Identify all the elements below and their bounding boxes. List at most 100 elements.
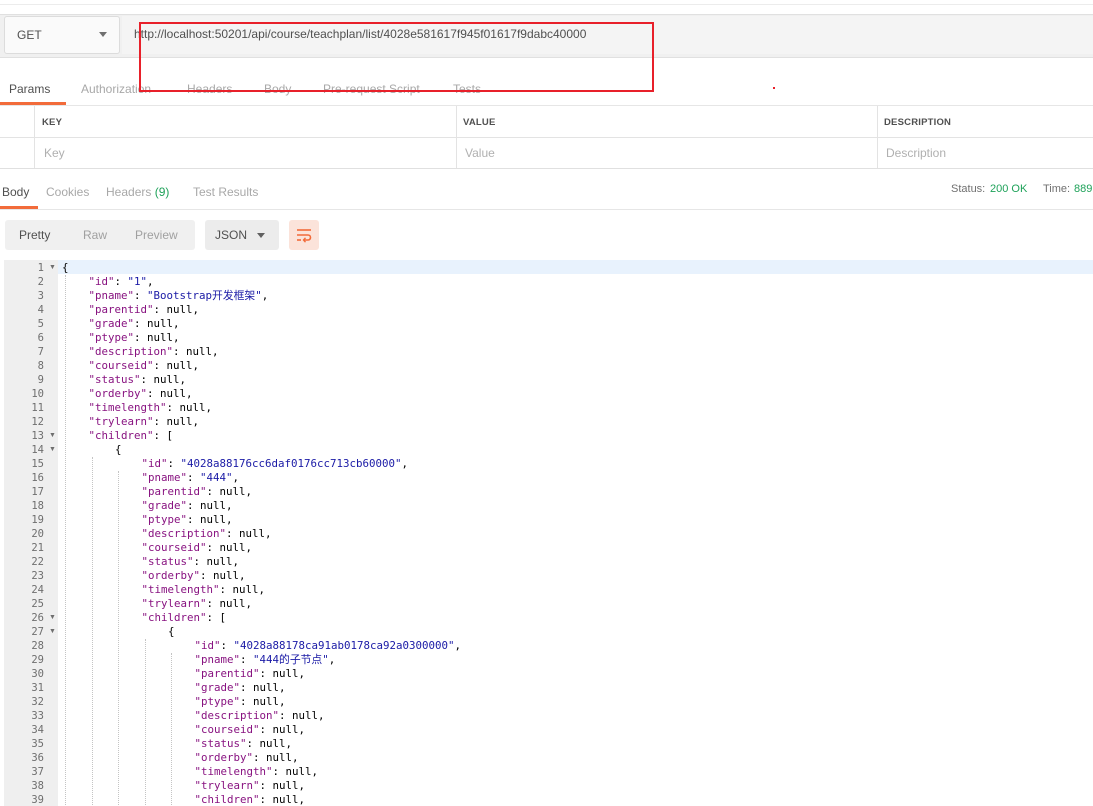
- json-colon: :: [187, 471, 201, 484]
- json-key: "orderby": [141, 569, 201, 582]
- code-line: "grade": null,: [89, 317, 180, 331]
- status-label: Status:: [951, 183, 986, 195]
- line-number: 19: [31, 514, 44, 526]
- column-header-key: KEY: [42, 117, 63, 128]
- code-line: "children": [: [89, 429, 174, 443]
- code-line: "ptype": null,: [142, 513, 233, 527]
- tab-response-body[interactable]: Body: [2, 185, 29, 199]
- fold-arrow-icon: ▼: [49, 614, 56, 621]
- code-line: "courseid": null,: [195, 723, 306, 737]
- line-number: 32: [31, 696, 44, 708]
- json-colon: :: [173, 345, 187, 358]
- json-token: {: [168, 625, 175, 638]
- wrap-lines-button[interactable]: [289, 220, 319, 250]
- json-colon: :: [153, 415, 167, 428]
- json-token: {: [115, 443, 122, 456]
- json-key: "timelength": [141, 583, 220, 596]
- json-token: [: [219, 611, 227, 624]
- line-number: 23: [31, 570, 44, 582]
- code-line: "id": "4028a88178ca91ab0178ca92a0300000"…: [195, 639, 462, 653]
- response-body-editor[interactable]: 1 ▼ {2 "id": "1", 3 "pname": "Bootstrap开发框架",…: [4, 260, 1093, 806]
- json-key: "description": [88, 345, 174, 358]
- code-line: "courseid": null,: [142, 541, 253, 555]
- tab-test-results[interactable]: Test Results: [193, 185, 258, 199]
- key-input[interactable]: Key: [44, 146, 65, 160]
- code-line: "grade": null,: [142, 499, 233, 513]
- json-key: "courseid": [194, 723, 260, 736]
- json-token: ,: [147, 275, 154, 288]
- json-token: null,: [259, 737, 293, 750]
- tab-response-headers[interactable]: Headers (9): [106, 185, 169, 199]
- code-line: "pname": "Bootstrap开发框架",: [89, 289, 269, 303]
- column-header-value: VALUE: [463, 117, 496, 128]
- code-line: "timelength": null,: [195, 765, 319, 779]
- json-token: {: [62, 261, 69, 274]
- description-input[interactable]: Description: [886, 146, 946, 160]
- json-colon: :: [134, 331, 148, 344]
- json-token: null,: [285, 765, 319, 778]
- line-number: 13: [31, 430, 44, 442]
- line-number: 9: [37, 374, 44, 386]
- json-token: null,: [213, 569, 246, 582]
- line-number: 17: [31, 486, 44, 498]
- json-key: "description": [141, 527, 227, 540]
- json-token: null,: [239, 527, 272, 540]
- json-token: null,: [272, 793, 306, 806]
- pretty-button[interactable]: Pretty: [19, 228, 50, 242]
- line-number: 7: [37, 346, 44, 358]
- code-line: "pname": "444的子节点",: [195, 653, 336, 667]
- json-colon: :: [259, 723, 273, 736]
- line-number: 22: [31, 556, 44, 568]
- json-colon: :: [153, 429, 167, 442]
- chevron-down-icon: [257, 233, 265, 238]
- json-string: "4028a88176cc6daf0176cc713cb60000": [180, 457, 402, 470]
- json-key: "timelength": [88, 401, 167, 414]
- headers-count-badge: (9): [154, 185, 170, 199]
- code-line: {: [115, 443, 122, 457]
- json-key: "status": [88, 373, 141, 386]
- active-tab-indicator: [0, 206, 38, 209]
- status-value: 200 OK: [990, 183, 1028, 195]
- code-line: "trylearn": null,: [195, 779, 306, 793]
- code-line: "orderby": null,: [195, 751, 299, 765]
- code-area: 1 ▼ {2 "id": "1", 3 "pname": "Bootstrap开发框架",…: [4, 260, 1093, 806]
- wrap-lines-icon: [297, 229, 312, 243]
- line-number: 15: [31, 458, 44, 470]
- chevron-down-icon: [99, 32, 107, 37]
- code-line: "grade": null,: [195, 681, 286, 695]
- line-number: 26: [31, 612, 44, 624]
- tab-response-cookies[interactable]: Cookies: [46, 185, 89, 199]
- code-line: {: [62, 261, 69, 275]
- method-label: GET: [17, 28, 42, 42]
- json-token: null,: [253, 681, 286, 694]
- json-colon: :: [167, 457, 181, 470]
- line-number: 11: [31, 402, 44, 414]
- json-colon: :: [206, 541, 220, 554]
- line-number: 4: [37, 304, 44, 316]
- raw-button[interactable]: Raw: [83, 228, 107, 242]
- json-key: "status": [194, 737, 247, 750]
- tab-params[interactable]: Params: [9, 82, 50, 96]
- time-label: Time:: [1043, 183, 1071, 195]
- json-colon: :: [193, 555, 207, 568]
- json-token: null,: [166, 359, 200, 372]
- json-colon: :: [206, 597, 220, 610]
- code-line: "children": null,: [195, 793, 306, 806]
- method-select[interactable]: GET: [4, 16, 120, 54]
- json-key: "grade": [88, 317, 135, 330]
- json-token: null,: [166, 303, 200, 316]
- value-input[interactable]: Value: [465, 146, 495, 160]
- json-token: null,: [200, 513, 233, 526]
- preview-button[interactable]: Preview: [135, 228, 178, 242]
- line-number: 37: [31, 766, 44, 778]
- json-colon: :: [220, 639, 234, 652]
- json-string: "1": [127, 275, 148, 288]
- format-select[interactable]: JSON: [205, 220, 279, 250]
- json-key: "orderby": [88, 387, 148, 400]
- line-number: 1: [37, 262, 44, 274]
- json-colon: :: [219, 583, 233, 596]
- line-number: 8: [37, 360, 44, 372]
- code-line: "id": "4028a88176cc6daf0176cc713cb60000"…: [142, 457, 409, 471]
- code-line: "status": null,: [195, 737, 293, 751]
- json-key: "ptype": [141, 513, 188, 526]
